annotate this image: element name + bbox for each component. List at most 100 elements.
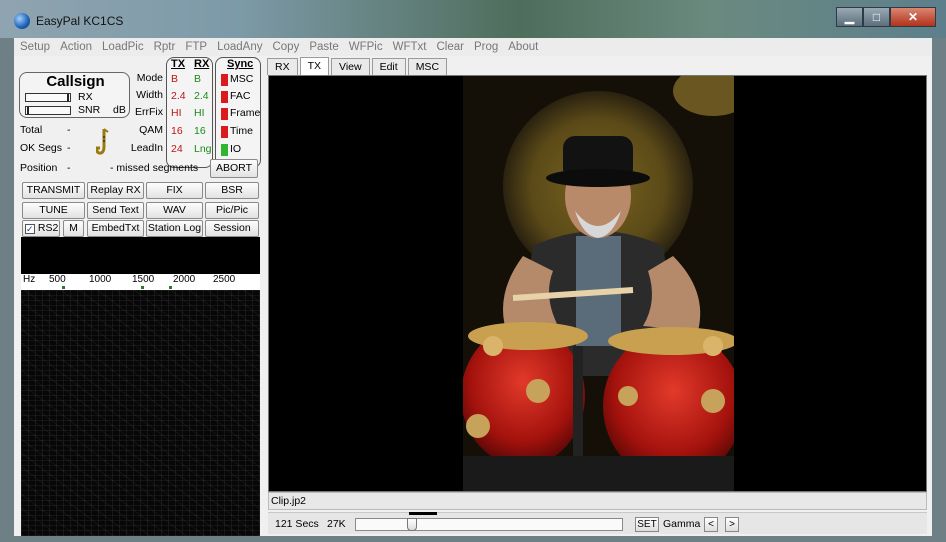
- minimize-icon: ▁: [844, 10, 855, 24]
- embed-txt-button[interactable]: EmbedTxt: [87, 220, 144, 237]
- menu-wfpic[interactable]: WFPic: [349, 41, 383, 53]
- fix-button[interactable]: FIX: [146, 182, 203, 199]
- center-marker: [141, 286, 144, 289]
- client-area: Callsign RX SNR dB Total - OK Segs - Mod…: [14, 56, 932, 536]
- menu-rptr[interactable]: Rptr: [154, 41, 176, 53]
- tick-2500: 2500: [213, 274, 236, 285]
- menu-paste[interactable]: Paste: [309, 41, 338, 53]
- view-tabs: RX TX View Edit MSC: [267, 57, 449, 75]
- close-button[interactable]: ✕: [890, 7, 936, 27]
- sync-io-indicator: [221, 144, 228, 156]
- tab-edit[interactable]: Edit: [371, 58, 406, 75]
- window-controls: ▁ □ ✕: [836, 7, 936, 27]
- set-button[interactable]: SET: [635, 517, 659, 532]
- maximize-button[interactable]: □: [863, 7, 890, 27]
- slider-thumb[interactable]: [407, 518, 417, 531]
- hz-label: Hz: [23, 274, 36, 285]
- rx-meter: [25, 93, 71, 102]
- waterfall-display[interactable]: [21, 290, 260, 536]
- saxophone-icon: [96, 128, 109, 155]
- rs2-checkbox[interactable]: ✓ RS2: [22, 220, 60, 237]
- tx-mode-value: B: [171, 73, 179, 85]
- tune-button[interactable]: TUNE: [22, 202, 85, 219]
- slider-position-marker: [409, 512, 437, 515]
- menu-loadany[interactable]: LoadAny: [217, 41, 262, 53]
- menu-prog[interactable]: Prog: [474, 41, 498, 53]
- tab-tx[interactable]: TX: [299, 57, 330, 75]
- drummer-photo: [463, 76, 734, 491]
- tab-rx[interactable]: RX: [267, 58, 298, 75]
- rx-qam-value: 16: [194, 125, 206, 137]
- station-log-button[interactable]: Station Log: [146, 220, 203, 237]
- transmit-button[interactable]: TRANSMIT: [22, 182, 85, 199]
- tick-2000: 2000: [173, 274, 196, 285]
- rx-mode-value: B: [194, 73, 202, 85]
- menu-loadpic[interactable]: LoadPic: [102, 41, 144, 53]
- drummer-photo-illustration: [463, 76, 734, 491]
- replay-rx-button[interactable]: Replay RX: [87, 182, 144, 199]
- menu-ftp[interactable]: FTP: [185, 41, 207, 53]
- tx-errfix-value: HI: [171, 107, 182, 119]
- menu-setup[interactable]: Setup: [20, 41, 50, 53]
- menu-action[interactable]: Action: [60, 41, 92, 53]
- session-button[interactable]: Session: [205, 220, 259, 237]
- callsign-label: Callsign: [46, 73, 105, 90]
- minimize-button[interactable]: ▁: [836, 7, 863, 27]
- total-label: Total: [20, 124, 43, 136]
- snr-meter: [25, 106, 71, 115]
- rx-errfix-value: HI: [194, 107, 205, 119]
- sync-time-label: Time: [230, 125, 253, 137]
- bandwidth-marker-left: [62, 286, 65, 289]
- tx-rx-params: TX RX B B 2.4 2.4 HI HI 16 16 24 Lng: [166, 57, 213, 168]
- title-bar: EasyPal KC1CS ▁ □ ✕: [0, 0, 946, 38]
- maximize-icon: □: [872, 10, 881, 24]
- tick-500: 500: [49, 274, 66, 285]
- abort-button[interactable]: ABORT: [210, 159, 258, 178]
- menu-wftxt[interactable]: WFTxt: [393, 41, 427, 53]
- gamma-label: Gamma: [663, 518, 701, 530]
- m-button[interactable]: M: [63, 220, 84, 237]
- tx-width-value: 2.4: [171, 90, 186, 102]
- bsr-button[interactable]: BSR: [205, 182, 259, 199]
- tx-qam-value: 16: [171, 125, 183, 137]
- bandwidth-marker-right: [169, 286, 172, 289]
- position-label: Position: [20, 162, 58, 174]
- sync-time-indicator: [221, 126, 228, 138]
- sync-fac-label: FAC: [230, 90, 251, 102]
- close-icon: ✕: [907, 10, 919, 24]
- tick-1000: 1000: [89, 274, 112, 285]
- sync-header: Sync: [227, 58, 254, 70]
- pic-pic-button[interactable]: Pic/Pic: [205, 202, 259, 219]
- sync-msc-indicator: [221, 74, 228, 86]
- status-bar: 121 Secs 27K SET Gamma < >: [268, 512, 927, 534]
- menu-clear[interactable]: Clear: [436, 41, 463, 53]
- tx-header: TX: [171, 58, 186, 70]
- gamma-increase-button[interactable]: >: [725, 517, 739, 532]
- menu-about[interactable]: About: [508, 41, 538, 53]
- rs2-check-icon: ✓: [25, 224, 35, 234]
- rx-meter-label: RX: [78, 91, 93, 103]
- file-size: 27K: [327, 518, 346, 530]
- tick-1500: 1500: [132, 274, 155, 285]
- leadin-label: LeadIn: [130, 142, 163, 154]
- errfix-label: ErrFix: [135, 106, 163, 118]
- menu-copy[interactable]: Copy: [272, 41, 299, 53]
- sync-msc-label: MSC: [230, 73, 254, 85]
- gamma-decrease-button[interactable]: <: [704, 517, 718, 532]
- left-panel: Callsign RX SNR dB Total - OK Segs - Mod…: [14, 56, 261, 536]
- app-globe-icon[interactable]: [14, 13, 30, 29]
- tab-view[interactable]: View: [331, 58, 370, 75]
- qam-label: QAM: [139, 124, 163, 136]
- rs2-label: RS2: [37, 222, 59, 234]
- spectrum-scale: Hz 500 1000 1500 2000 2500: [21, 274, 260, 290]
- window-title: EasyPal KC1CS: [36, 14, 124, 28]
- duration-secs: 121 Secs: [275, 518, 319, 530]
- tab-msc[interactable]: MSC: [407, 58, 448, 75]
- quality-slider[interactable]: [355, 518, 623, 531]
- wav-button[interactable]: WAV: [146, 202, 203, 219]
- snr-label: SNR: [78, 104, 101, 116]
- ok-segs-label: OK Segs: [20, 142, 63, 154]
- rx-header: RX: [194, 58, 210, 70]
- image-filename: Clip.jp2: [268, 492, 927, 510]
- send-text-button[interactable]: Send Text: [87, 202, 144, 219]
